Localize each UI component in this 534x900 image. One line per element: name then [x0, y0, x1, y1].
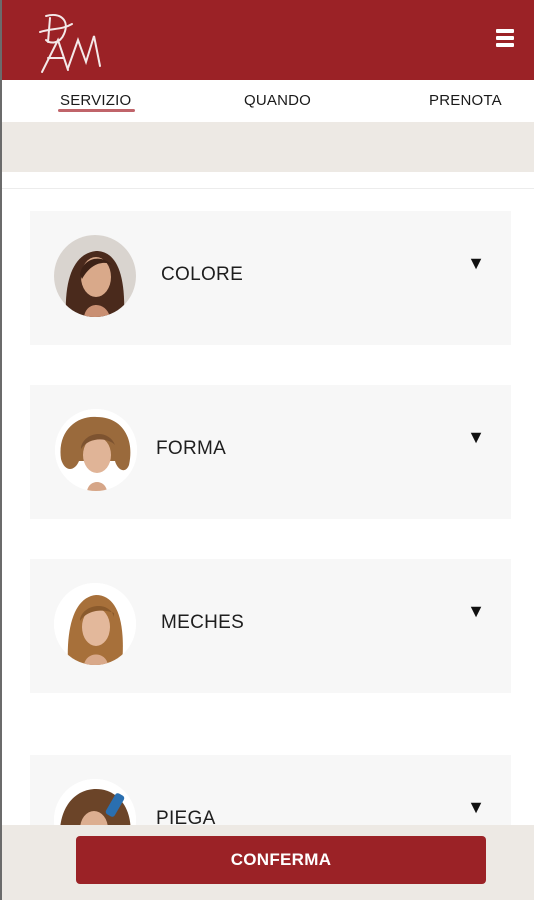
- chevron-down-icon[interactable]: ▼: [467, 797, 485, 818]
- service-label: FORMA: [156, 438, 227, 459]
- chevron-down-icon[interactable]: ▼: [467, 253, 485, 274]
- forma-photo-icon: [55, 409, 137, 491]
- chevron-down-icon[interactable]: ▼: [467, 601, 485, 622]
- service-card-meches[interactable]: MECHES ▼: [30, 559, 511, 693]
- app-header: [2, 0, 534, 80]
- tab-servizio[interactable]: SERVIZIO: [60, 92, 131, 109]
- tab-quando[interactable]: QUANDO: [244, 92, 311, 109]
- tab-prenota[interactable]: PRENOTA: [429, 92, 502, 109]
- logo-icon[interactable]: [38, 10, 114, 76]
- step-tabs: SERVIZIO QUANDO PRENOTA: [2, 80, 534, 122]
- confirm-button[interactable]: CONFERMA: [76, 836, 486, 884]
- menu-bar: [496, 29, 514, 33]
- menu-bar: [496, 43, 514, 47]
- service-card-colore[interactable]: COLORE ▼: [30, 211, 511, 345]
- service-label: COLORE: [161, 264, 244, 285]
- colore-photo-icon: [54, 235, 136, 317]
- active-tab-indicator: [58, 109, 135, 112]
- service-label: MECHES: [161, 612, 245, 633]
- sub-header-bar: [2, 122, 534, 172]
- menu-bar: [496, 36, 514, 40]
- hamburger-menu-icon[interactable]: [496, 29, 514, 47]
- meches-photo-icon: [54, 583, 136, 665]
- service-card-forma[interactable]: FORMA ▼: [30, 385, 511, 519]
- divider: [2, 188, 534, 189]
- chevron-down-icon[interactable]: ▼: [467, 427, 485, 448]
